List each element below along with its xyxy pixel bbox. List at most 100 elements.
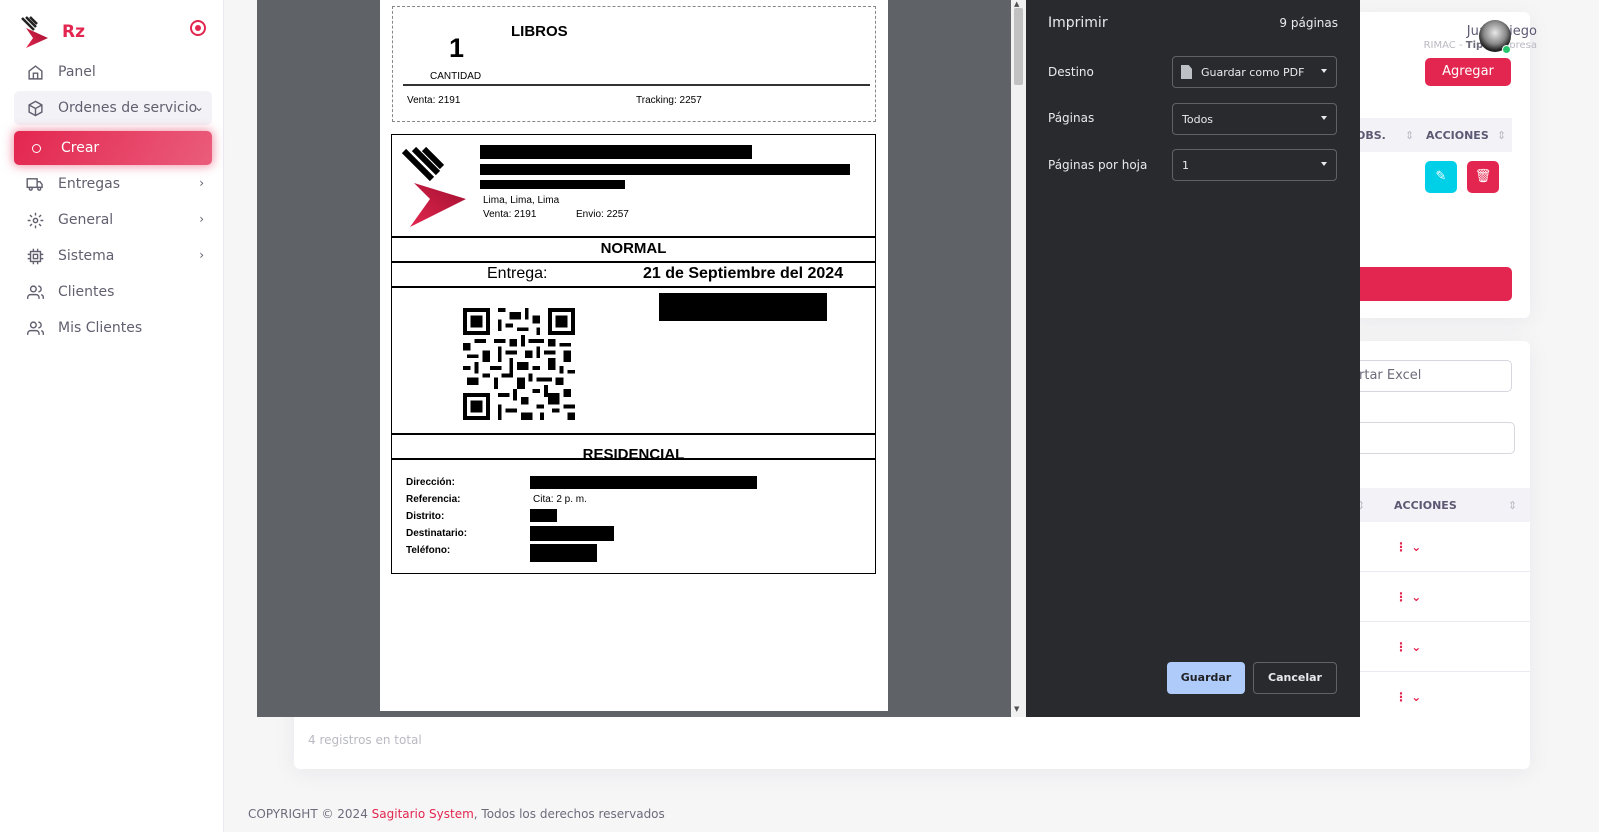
document-icon (1181, 65, 1192, 79)
chevron-right-icon: › (199, 212, 204, 226)
pages-value: Todos (1182, 113, 1214, 126)
column-header-obs[interactable]: OBS. (1356, 129, 1386, 142)
row-actions[interactable]: ⋮ ⌄ (1395, 690, 1421, 704)
reference-label: Referencia: (406, 494, 461, 505)
sidebar-toggle-icon[interactable] (190, 20, 206, 36)
redacted-text (480, 164, 850, 175)
redacted-text (659, 293, 827, 321)
gear-icon (26, 211, 44, 229)
chevron-down-icon: ⌄ (1411, 590, 1422, 604)
export-excel-button[interactable]: rtar Excel (1350, 360, 1512, 392)
phone-label: Teléfono: (406, 545, 451, 556)
more-vertical-icon: ⋮ (1395, 690, 1407, 704)
chevron-down-icon: ⌄ (1411, 640, 1422, 654)
pages-select[interactable]: Todos (1172, 103, 1337, 135)
cpu-icon (26, 247, 44, 265)
footer: COPYRIGHT © 2024 Sagitario System, Todos… (248, 807, 665, 821)
sidebar-item-clientes[interactable]: Clientes (14, 275, 212, 309)
divider (392, 261, 875, 263)
divider (392, 286, 875, 288)
preview-scrollbar[interactable]: ▲ ▼ (1011, 0, 1026, 717)
edit-button[interactable]: ✎ (1425, 161, 1457, 193)
qr-code (463, 308, 575, 420)
divider (392, 433, 875, 435)
search-input[interactable] (1350, 422, 1515, 454)
agregar-button[interactable]: Agregar (1425, 58, 1511, 86)
chevron-down-icon: ⌄ (1411, 540, 1422, 554)
pages-per-sheet-value: 1 (1182, 159, 1189, 172)
redacted-text (480, 180, 625, 189)
trash-icon: 🗑 (1474, 169, 1492, 184)
destination-value: Guardar como PDF (1201, 66, 1305, 79)
users-icon (26, 319, 44, 337)
column-header-acciones[interactable]: ACCIONES (1426, 129, 1489, 142)
redacted-text (530, 544, 597, 562)
dropdown-arrow-icon (1321, 69, 1327, 73)
table-header: ⇕ ACCIONES ⇕ (1350, 488, 1530, 522)
sidebar-item-label: Crear (61, 140, 100, 156)
row-divider (1350, 621, 1530, 622)
quantity-label: CANTIDAD (430, 71, 482, 82)
destination-label: Destino (1048, 65, 1094, 79)
more-vertical-icon: ⋮ (1395, 540, 1407, 554)
sidebar-item-label: Clientes (58, 284, 115, 300)
delivery-date: 21 de Septiembre del 2024 (643, 265, 844, 282)
truck-icon (26, 175, 44, 193)
sort-icon: ⇕ (1508, 499, 1518, 512)
dropdown-arrow-icon (1321, 116, 1327, 120)
column-header-acciones[interactable]: ACCIONES (1394, 499, 1457, 512)
scroll-up-icon[interactable]: ▲ (1014, 0, 1019, 8)
preview-page: 1 CANTIDAD LIBROS Venta: 2191 Tracking: … (380, 0, 888, 711)
sidebar-item-crear[interactable]: Crear (14, 131, 212, 165)
sidebar-item-sistema[interactable]: Sistema › (14, 239, 212, 273)
save-button[interactable]: Guardar (1167, 662, 1245, 694)
brand[interactable]: Rz (20, 16, 85, 48)
chevron-right-icon: › (199, 176, 204, 190)
quantity-box: 1 CANTIDAD LIBROS Venta: 2191 Tracking: … (392, 6, 876, 122)
address-label: Dirección: (406, 477, 455, 488)
destination-select[interactable]: Guardar como PDF (1172, 56, 1337, 88)
print-title: Imprimir (1048, 15, 1108, 31)
pages-per-sheet-select[interactable]: 1 (1172, 149, 1337, 181)
dropdown-arrow-icon (1321, 162, 1327, 166)
service-type: NORMAL (600, 240, 667, 257)
sale-number: Venta: 2191 (483, 209, 537, 220)
row-actions[interactable]: ⋮ ⌄ (1395, 540, 1421, 554)
sidebar-item-label: Sistema (58, 248, 115, 264)
row-actions[interactable]: ⋮ ⌄ (1395, 590, 1421, 604)
redacted-text (530, 509, 557, 522)
records-count: 4 registros en total (308, 733, 422, 747)
delete-button[interactable]: 🗑 (1467, 161, 1499, 193)
row-actions[interactable]: ⋮ ⌄ (1395, 640, 1421, 654)
sidebar-item-general[interactable]: General › (14, 203, 212, 237)
footer-brand-link[interactable]: Sagitario System (372, 807, 474, 821)
row-divider (1350, 571, 1530, 572)
sidebar-item-label: Ordenes de servicio (58, 100, 198, 116)
more-vertical-icon: ⋮ (1395, 640, 1407, 654)
shipping-label: Lima, Lima, Lima Venta: 2191 Envio: 2257… (391, 134, 876, 574)
chevron-right-icon: › (199, 248, 204, 262)
tracking-number: Tracking: 2257 (636, 95, 702, 106)
submit-button[interactable] (1350, 267, 1512, 301)
sidebar-item-mis-clientes[interactable]: Mis Clientes (14, 311, 212, 345)
scroll-down-icon[interactable]: ▼ (1014, 705, 1019, 713)
sidebar-item-label: General (58, 212, 114, 228)
shipment-number: Envio: 2257 (576, 209, 629, 220)
brand-logo (21, 16, 48, 48)
cancel-button[interactable]: Cancelar (1253, 662, 1337, 694)
pages-label: Páginas (1048, 111, 1095, 125)
brand-name: Rz (62, 22, 85, 42)
package-icon (26, 99, 44, 117)
sidebar-item-entregas[interactable]: Entregas › (14, 167, 212, 201)
sidebar-item-panel[interactable]: Panel (14, 55, 212, 89)
sidebar-item-ordenes[interactable]: Ordenes de servicio ⌄ (14, 91, 212, 125)
users-icon (26, 283, 44, 301)
reference-value: Cita: 2 p. m. (533, 494, 587, 505)
scrollbar-thumb[interactable] (1014, 8, 1023, 85)
chevron-down-icon: ⌄ (193, 100, 204, 114)
redacted-text (530, 476, 757, 489)
sale-number: Venta: 2191 (407, 95, 461, 106)
delivery-label: Entrega: (487, 265, 548, 282)
zone-type: RESIDENCIAL (582, 446, 685, 463)
circle-icon (32, 143, 41, 153)
